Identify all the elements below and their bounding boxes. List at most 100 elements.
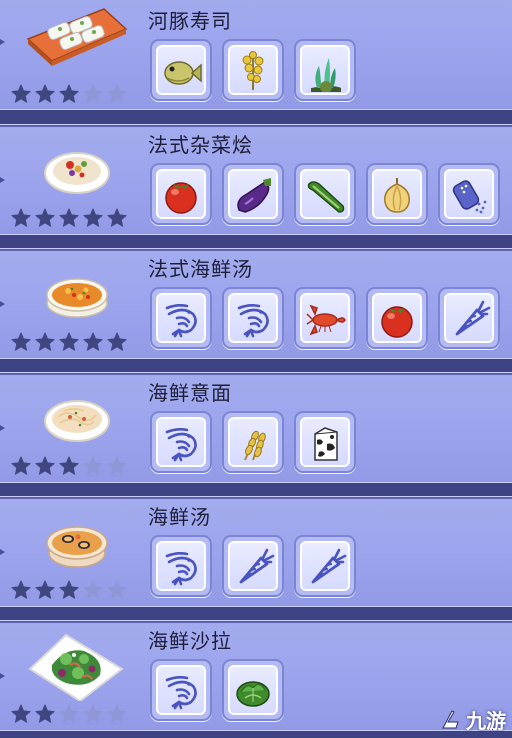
ingredient-slot-frame (372, 169, 422, 219)
ingredient-slot[interactable] (150, 659, 212, 721)
ingredient-slot[interactable] (222, 659, 284, 721)
ingredient-slot[interactable] (150, 163, 212, 225)
seaweed-icon (311, 58, 341, 92)
watermark-text: 九游 (466, 709, 506, 733)
ingredient-slot[interactable] (366, 287, 428, 349)
recipe-name: 法式杂菜烩 (148, 133, 253, 157)
star-filled-icon (11, 332, 31, 351)
recipe-row[interactable]: 海鲜意面 (0, 372, 512, 483)
ingredient-slot-frame (156, 541, 206, 591)
lettuce-icon (236, 681, 270, 707)
recipe-row[interactable]: 海鲜沙拉 (0, 620, 512, 731)
ingredient-slots (150, 411, 356, 473)
ingredient-slot-frame (228, 541, 278, 591)
star-empty-icon (107, 704, 127, 723)
watermark: 九游 (439, 705, 506, 734)
ingredient-slots (150, 39, 356, 101)
star-empty-icon (59, 704, 79, 723)
shrimp-icon (165, 304, 197, 338)
star-filled-icon (35, 580, 55, 599)
tomato-icon (381, 306, 413, 338)
ingredient-slot[interactable] (366, 163, 428, 225)
shrimp-icon (165, 676, 197, 710)
star-filled-icon (11, 704, 31, 723)
wheat-icon (244, 430, 266, 461)
recipe-row[interactable]: 法式海鲜汤 (0, 248, 512, 359)
star-filled-icon (11, 84, 31, 103)
ingredient-slot-frame (300, 541, 350, 591)
carrot-icon (239, 548, 275, 584)
star-empty-icon (107, 84, 127, 103)
ingredient-slot[interactable] (222, 287, 284, 349)
ingredient-slot[interactable] (150, 411, 212, 473)
carrot-icon (455, 300, 491, 336)
onion-icon (384, 178, 410, 213)
tomato-icon (165, 182, 197, 214)
recipe-name: 河豚寿司 (148, 9, 232, 33)
recipe-name: 海鲜汤 (148, 505, 211, 529)
ingredient-slot-frame (300, 45, 350, 95)
bouillabaisse-bowl-icon (46, 278, 108, 318)
ingredient-slot-frame (156, 417, 206, 467)
ingredient-slot[interactable] (150, 39, 212, 101)
star-filled-icon (35, 208, 55, 227)
ingredient-slot-frame (228, 665, 278, 715)
eggplant-icon (237, 178, 271, 213)
ingredient-slot[interactable] (294, 411, 356, 473)
ingredient-slot-frame (156, 169, 206, 219)
rice-flower-icon (242, 51, 264, 90)
star-rating (10, 207, 128, 229)
star-rating (10, 331, 128, 353)
star-rating (10, 455, 128, 477)
star-empty-icon (83, 580, 103, 599)
star-empty-icon (83, 84, 103, 103)
recipe-row[interactable]: 海鲜汤 (0, 496, 512, 607)
ingredient-slot-frame (156, 293, 206, 343)
ingredient-slot[interactable] (222, 163, 284, 225)
ingredient-slots (150, 535, 356, 597)
star-filled-icon (59, 580, 79, 599)
seafood-soup-bowl-icon (46, 526, 108, 568)
shrimp-icon (165, 428, 197, 462)
star-filled-icon (35, 84, 55, 103)
ingredient-slot[interactable] (438, 287, 500, 349)
ingredient-slot[interactable] (438, 163, 500, 225)
star-filled-icon (59, 332, 79, 351)
star-filled-icon (59, 84, 79, 103)
recipe-name: 法式海鲜汤 (148, 257, 253, 281)
ingredient-slot-frame (156, 45, 206, 95)
lobster-icon (306, 304, 346, 336)
carrot-icon (311, 548, 347, 584)
seafood-pasta-plate-icon (44, 400, 110, 442)
star-filled-icon (35, 332, 55, 351)
ingredient-slot-frame (300, 417, 350, 467)
ingredient-slot[interactable] (222, 411, 284, 473)
ingredient-slot[interactable] (294, 287, 356, 349)
ratatouille-plate-icon (44, 152, 110, 194)
ingredient-slot[interactable] (222, 535, 284, 597)
star-filled-icon (11, 208, 31, 227)
ingredient-slot[interactable] (294, 163, 356, 225)
ingredient-slot[interactable] (294, 535, 356, 597)
sushi-plate-icon (26, 8, 128, 66)
ingredient-slot[interactable] (150, 287, 212, 349)
star-empty-icon (83, 456, 103, 475)
ingredient-slot[interactable] (150, 535, 212, 597)
seafood-salad-plate-icon (28, 633, 124, 701)
star-filled-icon (107, 208, 127, 227)
salt-shaker-icon (452, 180, 487, 214)
ingredient-slots (150, 659, 284, 721)
star-filled-icon (35, 704, 55, 723)
star-filled-icon (35, 456, 55, 475)
shrimp-icon (237, 304, 269, 338)
recipe-name: 海鲜沙拉 (148, 629, 232, 653)
star-empty-icon (107, 580, 127, 599)
recipe-row[interactable]: 法式杂菜烩 (0, 124, 512, 235)
ingredient-slot[interactable] (222, 39, 284, 101)
recipe-name: 海鲜意面 (148, 381, 232, 405)
recipe-row[interactable]: 河豚寿司 (0, 0, 512, 110)
ingredient-slot-frame (300, 293, 350, 343)
star-filled-icon (59, 208, 79, 227)
ingredient-slot[interactable] (294, 39, 356, 101)
ingredient-slot-frame (228, 169, 278, 219)
